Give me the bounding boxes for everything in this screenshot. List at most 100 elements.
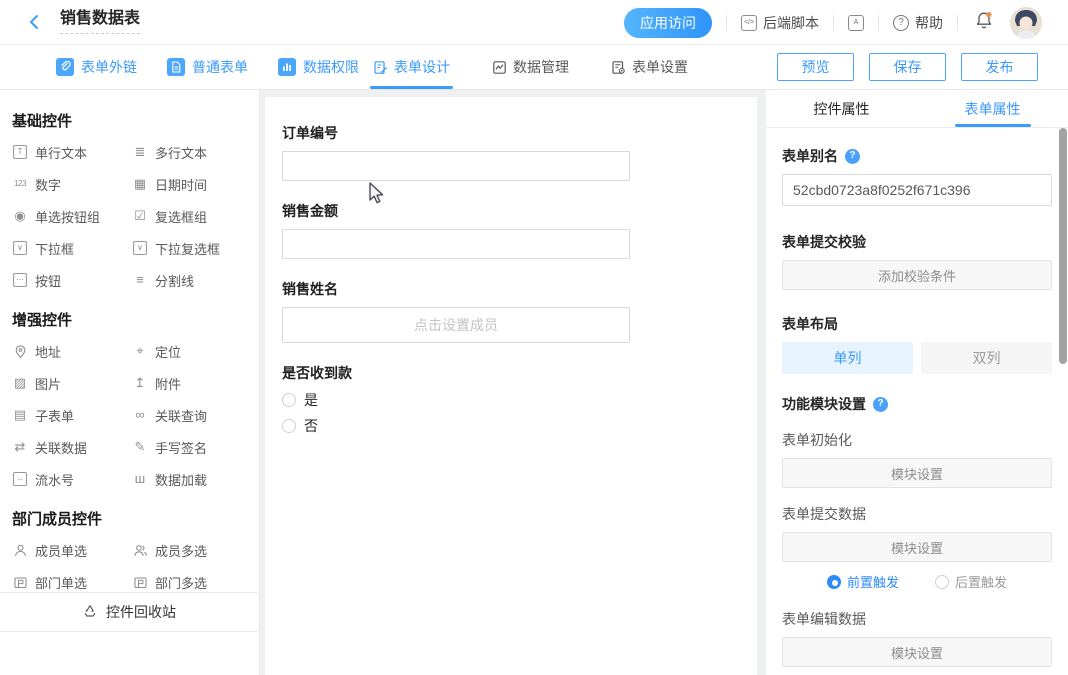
widget-subform[interactable]: ▤子表单: [12, 406, 132, 424]
divider: [957, 15, 958, 31]
help-button[interactable]: ? 帮助: [893, 13, 943, 33]
widget-label: 手写签名: [155, 438, 207, 457]
radio-option-no[interactable]: 否: [282, 417, 737, 435]
tab-form-settings[interactable]: 表单设置: [611, 45, 688, 89]
widget-multi-select[interactable]: ∨下拉复选框: [132, 239, 250, 257]
form-design-icon: [373, 60, 388, 75]
save-button[interactable]: 保存: [869, 53, 946, 81]
normal-form-item[interactable]: 普通表单: [167, 57, 248, 77]
layout-double-column[interactable]: 双列: [921, 342, 1052, 374]
widget-address[interactable]: 地址: [12, 342, 132, 360]
divider: [833, 15, 834, 31]
backend-script-label: 后端脚本: [763, 13, 819, 33]
member-picker[interactable]: 点击设置成员: [282, 307, 630, 343]
page-title[interactable]: 销售数据表: [60, 10, 140, 34]
widget-member-single[interactable]: 成员单选: [12, 541, 132, 559]
toolbar-actions: 预览 保存 发布: [777, 53, 1038, 81]
subform-icon: ▤: [12, 407, 28, 423]
radio-option-yes[interactable]: 是: [282, 391, 737, 409]
field-order-number[interactable]: 订单编号: [282, 123, 737, 181]
back-chevron-icon: [26, 13, 44, 31]
department-icon: [132, 575, 148, 590]
form-canvas: 订单编号 销售金额 销售姓名 点击设置成员 是否收到款 是 否: [265, 97, 757, 675]
panel-scrollbar[interactable]: [1059, 128, 1067, 364]
widget-checkbox-group[interactable]: ☑复选框组: [132, 207, 250, 225]
recycle-icon: [82, 603, 98, 622]
widget-radio-group[interactable]: ◉单选按钮组: [12, 207, 132, 225]
layout-single-column[interactable]: 单列: [782, 342, 913, 374]
form-alias-input[interactable]: [782, 174, 1052, 206]
select-icon: ∨: [13, 241, 27, 255]
radio-unselected-icon[interactable]: [935, 575, 949, 589]
preview-button[interactable]: 预览: [777, 53, 854, 81]
widget-divider[interactable]: ≡分割线: [132, 271, 250, 289]
radio-icon[interactable]: [282, 419, 296, 433]
widget-label: 多行文本: [155, 143, 207, 162]
backend-script-button[interactable]: </> 后端脚本: [741, 13, 819, 33]
link-icon: [56, 58, 74, 76]
field-sales-name[interactable]: 销售姓名 点击设置成员: [282, 279, 737, 343]
trigger-label: 前置触发: [847, 572, 899, 591]
layout-toggle: 单列 双列: [782, 342, 1052, 374]
tab-form-properties[interactable]: 表单属性: [917, 90, 1068, 127]
form-alias-label: 表单别名 ?: [782, 146, 1052, 166]
widget-signature[interactable]: ✎ 手写签名: [132, 438, 250, 456]
widget-datetime[interactable]: ▦日期时间: [132, 175, 250, 193]
widget-dept-single[interactable]: 部门单选: [12, 573, 132, 591]
help-icon[interactable]: ?: [873, 397, 888, 412]
code-icon: </>: [741, 15, 757, 31]
widget-relation-data[interactable]: ⇄关联数据: [12, 438, 132, 456]
sales-amount-input[interactable]: [282, 229, 630, 259]
add-validation-button[interactable]: 添加校验条件: [782, 260, 1052, 290]
widget-recycle-bin[interactable]: 控件回收站: [0, 592, 258, 632]
radio-icon[interactable]: [282, 393, 296, 407]
widget-button[interactable]: ⋯按钮: [12, 271, 132, 289]
widget-serial-number[interactable]: →流水号: [12, 470, 132, 488]
widget-single-line-text[interactable]: T单行文本: [12, 143, 132, 161]
multi-line-text-icon: ≣: [132, 144, 148, 160]
notifications-button[interactable]: [974, 10, 994, 36]
edit-data-label: 表单编辑数据: [782, 609, 1052, 629]
tab-form-design[interactable]: 表单设计: [373, 45, 450, 89]
field-label: 是否收到款: [282, 363, 737, 383]
app-access-button[interactable]: 应用访问: [624, 8, 712, 38]
widget-locate[interactable]: ⌖定位: [132, 342, 250, 360]
pen-icon: ✎: [132, 439, 148, 455]
widget-attachment[interactable]: ↥附件: [132, 374, 250, 392]
widget-multi-line-text[interactable]: ≣ 多行文本: [132, 143, 250, 161]
help-icon[interactable]: ?: [845, 149, 860, 164]
widget-select[interactable]: ∨下拉框: [12, 239, 132, 257]
data-permission-item[interactable]: 数据权限: [278, 57, 359, 77]
widget-label: 部门多选: [155, 573, 207, 592]
avatar[interactable]: [1010, 7, 1042, 39]
field-sales-amount[interactable]: 销售金额: [282, 201, 737, 259]
widget-number[interactable]: 123数字: [12, 175, 132, 193]
tab-widget-properties[interactable]: 控件属性: [766, 90, 917, 127]
widget-label: 成员单选: [35, 541, 87, 560]
widget-dept-multi[interactable]: 部门多选: [132, 573, 250, 591]
tab-data-manage[interactable]: 数据管理: [492, 45, 569, 89]
publish-button[interactable]: 发布: [961, 53, 1038, 81]
trigger-pre[interactable]: 前置触发: [827, 572, 899, 591]
main-area: 基础控件 T单行文本 ≣多行文本 123数字 ▦日期时间 ◉单选按钮组 ☑复选框…: [0, 90, 1068, 675]
widget-label: 附件: [155, 374, 181, 393]
widget-member-multi[interactable]: 成员多选: [132, 541, 250, 559]
widget-relation-query[interactable]: ∞关联查询: [132, 406, 250, 424]
divider: [726, 15, 727, 31]
widget-data-load[interactable]: ш数据加载: [132, 470, 250, 488]
contacts-button[interactable]: A: [848, 15, 864, 31]
form-init-module-button[interactable]: 模块设置: [782, 458, 1052, 488]
trigger-label: 后置触发: [955, 572, 1007, 591]
edit-data-module-button[interactable]: 模块设置: [782, 637, 1052, 667]
trigger-post[interactable]: 后置触发: [935, 572, 1007, 591]
form-external-link-item[interactable]: 表单外链: [56, 57, 137, 77]
field-payment-received[interactable]: 是否收到款 是 否: [282, 363, 737, 435]
submit-data-module-button[interactable]: 模块设置: [782, 532, 1052, 562]
widget-label: 单行文本: [35, 143, 87, 162]
radio-selected-icon[interactable]: [827, 575, 841, 589]
radio-group-icon: ◉: [12, 208, 28, 224]
section-basic-widgets: 基础控件 T单行文本 ≣多行文本 123数字 ▦日期时间 ◉单选按钮组 ☑复选框…: [0, 90, 259, 289]
widget-image[interactable]: ▨图片: [12, 374, 132, 392]
order-number-input[interactable]: [282, 151, 630, 181]
back-button[interactable]: [26, 13, 44, 31]
